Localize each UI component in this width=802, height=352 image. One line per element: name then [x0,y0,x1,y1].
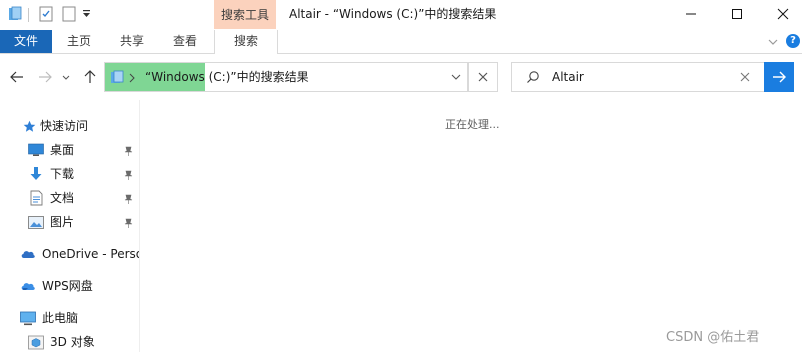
nav-label: 图片 [50,215,75,229]
nav-label: 3D 对象 [50,335,95,349]
document-icon [28,190,44,206]
context-tab-label: 搜索工具 [220,8,269,22]
nav-label: OneDrive - Perso [42,247,140,261]
nav-label: 桌面 [50,143,75,157]
nav-item-pictures[interactable]: 图片 [28,211,74,233]
customize-toolbar-icon[interactable] [80,5,92,23]
pin-icon[interactable] [122,193,134,205]
search-tools-context-header: 搜索工具 [214,0,276,29]
search-go-button[interactable] [764,62,794,92]
address-dropdown-button[interactable] [445,63,467,91]
recent-locations-button[interactable] [60,68,72,86]
explorer-app-icon[interactable] [6,5,24,23]
nav-quick-access[interactable]: 快速访问 [22,115,88,137]
wps-cloud-icon [20,278,36,294]
minimize-icon [686,13,696,15]
pin-icon[interactable] [122,169,134,181]
maximize-icon [732,9,742,19]
properties-icon[interactable] [37,5,55,23]
minimize-button[interactable] [668,0,714,28]
tab-file[interactable]: 文件 [0,30,52,53]
clear-search-button[interactable] [740,71,752,83]
help-button[interactable]: ? [786,34,800,48]
nav-label: 下载 [50,167,75,181]
search-input[interactable]: Altair [511,62,765,92]
watermark: CSDN @佑土君 [666,330,760,345]
up-button[interactable] [81,68,99,86]
window-title: Altair - “Windows (C:)”中的搜索结果 [289,7,497,21]
file-list-view[interactable]: 正在处理... [140,100,802,352]
nav-label: WPS网盘 [42,279,93,293]
nav-item-documents[interactable]: 文档 [28,187,74,209]
address-path[interactable]: “Windows (C:)”中的搜索结果 [145,63,309,91]
address-bar[interactable]: “Windows (C:)”中的搜索结果 [104,62,468,92]
status-text: 正在处理... [445,118,500,131]
cloud-icon [20,246,36,262]
search-query[interactable]: Altair [552,63,584,91]
download-icon [28,166,44,182]
pictures-icon [28,214,44,230]
back-button[interactable] [8,68,26,86]
stop-search-button[interactable] [468,62,498,92]
search-results-folder-icon [109,69,125,85]
tab-share[interactable]: 共享 [113,30,151,53]
chevron-down-icon [451,74,461,80]
close-button[interactable] [760,0,802,28]
help-icon: ? [790,35,796,46]
ribbon-tabs: 文件 主页 共享 查看 搜索 ? [0,30,802,54]
tab-view[interactable]: 查看 [166,30,204,53]
navigation-pane: 快速访问 桌面 下载 文档 图片 OneDrive - Perso WPS网盘 … [0,100,140,352]
maximize-button[interactable] [714,0,760,28]
star-icon [22,118,36,134]
nav-label: 快速访问 [40,119,89,133]
forward-arrow-icon [39,71,52,83]
breadcrumb-chevron-icon[interactable] [129,72,137,83]
pin-icon[interactable] [122,217,134,229]
back-arrow-icon [10,71,23,83]
tab-search[interactable]: 搜索 [214,30,278,54]
up-arrow-icon [84,70,96,83]
desktop-icon [28,142,44,158]
nav-item-downloads[interactable]: 下载 [28,163,74,185]
nav-label: 文档 [50,191,75,205]
chevron-down-icon [768,39,778,45]
new-folder-icon[interactable] [60,5,78,23]
tab-home[interactable]: 主页 [60,30,98,53]
nav-item-wps[interactable]: WPS网盘 [20,275,93,297]
nav-item-3d-objects[interactable]: 3D 对象 [28,331,95,352]
nav-item-this-pc[interactable]: 此电脑 [20,307,78,329]
nav-label: 此电脑 [42,311,79,325]
computer-icon [20,310,36,326]
close-icon [740,72,750,82]
close-icon [478,72,488,82]
arrow-right-icon [773,71,786,83]
search-icon [526,70,540,84]
chevron-down-icon [62,75,70,80]
nav-item-onedrive[interactable]: OneDrive - Perso [20,243,140,265]
nav-item-desktop[interactable]: 桌面 [28,139,74,161]
expand-ribbon-button[interactable] [766,35,780,49]
forward-button[interactable] [36,68,54,86]
close-icon [777,8,789,20]
title-bar: 搜索工具 Altair - “Windows (C:)”中的搜索结果 [0,0,802,30]
pin-icon[interactable] [122,145,134,157]
3d-objects-icon [28,334,44,350]
